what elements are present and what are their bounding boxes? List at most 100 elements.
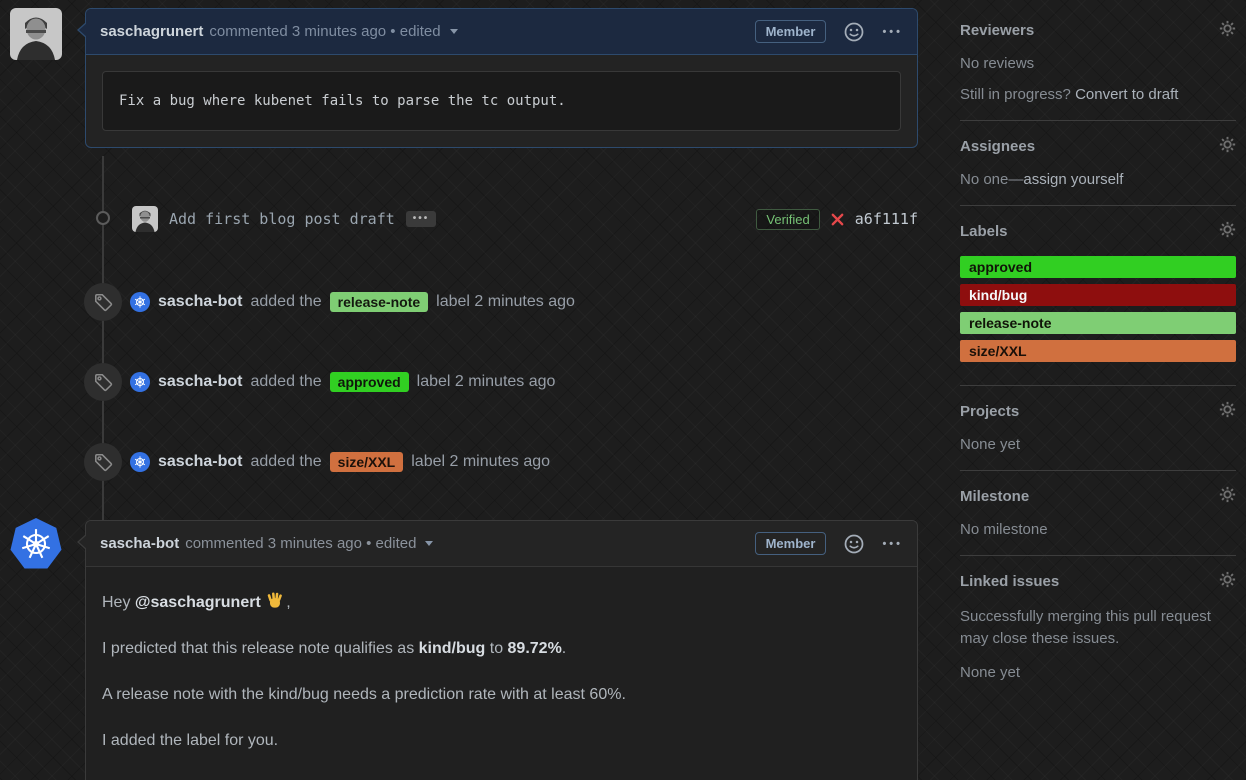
comment-header: saschagrunert commented 3 minutes ago • … — [86, 9, 917, 55]
prediction-paragraph: I predicted that this release note quali… — [102, 637, 901, 661]
event-action: added the — [250, 293, 321, 311]
linked-issues-description: Successfully merging this pull request m… — [960, 606, 1236, 650]
smiley-icon — [844, 534, 864, 554]
kubernetes-wheel-icon — [133, 455, 147, 469]
label-chip-release-note[interactable]: release-note — [330, 292, 428, 312]
sascha-bot-avatar[interactable] — [130, 452, 150, 472]
sidebar-section-reviewers: Reviewers No reviews Still in progress? … — [960, 22, 1236, 121]
gear-icon — [1219, 486, 1236, 503]
sidebar-label-approved[interactable]: approved — [960, 256, 1236, 278]
section-title: Linked issues — [960, 573, 1236, 590]
no-linked-issues-text: None yet — [960, 664, 1236, 681]
event-action: added the — [250, 373, 321, 391]
person-photo-icon — [10, 8, 62, 60]
verified-badge[interactable]: Verified — [756, 209, 819, 230]
section-title: Milestone — [960, 488, 1236, 505]
commit-hash-link[interactable]: a6f111f — [855, 210, 918, 228]
chevron-down-icon[interactable] — [425, 541, 433, 546]
sidebar: Reviewers No reviews Still in progress? … — [960, 22, 1236, 715]
no-milestone-text: No milestone — [960, 521, 1236, 538]
convert-to-draft-link[interactable]: Convert to draft — [1075, 86, 1178, 103]
label-chip-size-xxl[interactable]: size/XXL — [330, 452, 404, 472]
commit-message-link[interactable]: Add first blog post draft — [169, 210, 395, 228]
section-title: Reviewers — [960, 22, 1236, 39]
threshold-paragraph: A release note with the kind/bug needs a… — [102, 683, 901, 707]
comment-sascha-bot: sascha-bot commented 3 minutes ago • edi… — [85, 520, 918, 780]
comment-header: sascha-bot commented 3 minutes ago • edi… — [86, 521, 917, 567]
commit-expand-button[interactable]: ••• — [406, 211, 437, 227]
mention-link[interactable]: @saschagrunert — [135, 594, 261, 611]
label-event-row: sascha-bot added the release-note label … — [84, 283, 918, 321]
emoji-reaction-button[interactable] — [844, 534, 864, 554]
no-projects-text: None yet — [960, 436, 1236, 453]
kebab-menu-button[interactable]: ••• — [882, 538, 903, 550]
commit-author-avatar[interactable] — [132, 206, 158, 232]
sidebar-label-kind-bug[interactable]: kind/bug — [960, 284, 1236, 306]
comment-author-link[interactable]: sascha-bot — [100, 535, 179, 552]
projects-settings-button[interactable] — [1219, 401, 1236, 421]
no-reviews-text: No reviews — [960, 55, 1236, 72]
gear-icon — [1219, 571, 1236, 588]
tag-icon — [84, 443, 122, 481]
kubernetes-wheel-icon — [18, 526, 54, 562]
sidebar-section-assignees: Assignees No one—assign yourself — [960, 138, 1236, 206]
gear-icon — [1219, 401, 1236, 418]
no-assignee-row: No one—assign yourself — [960, 171, 1236, 188]
member-badge: Member — [755, 532, 827, 555]
comment-meta: commented 3 minutes ago • edited — [185, 535, 416, 552]
sidebar-section-milestone: Milestone No milestone — [960, 488, 1236, 556]
label-added-paragraph: I added the label for you. — [102, 729, 901, 753]
event-author-link[interactable]: sascha-bot — [158, 453, 242, 471]
assignees-settings-button[interactable] — [1219, 136, 1236, 156]
sascha-bot-avatar[interactable] — [130, 292, 150, 312]
section-title: Assignees — [960, 138, 1236, 155]
sidebar-section-labels: Labels approved kind/bug release-note si… — [960, 223, 1236, 386]
timeline-commit-node — [96, 211, 110, 225]
tag-icon — [84, 363, 122, 401]
greeting-paragraph: Hey @saschagrunert , — [102, 591, 901, 615]
gear-icon — [1219, 136, 1236, 153]
sascha-bot-avatar[interactable] — [130, 372, 150, 392]
comment-saschagrunert: saschagrunert commented 3 minutes ago • … — [85, 8, 918, 148]
sascha-bot-avatar-large[interactable] — [10, 518, 62, 570]
convert-draft-row: Still in progress? Convert to draft — [960, 86, 1236, 103]
sidebar-label-size-xxl[interactable]: size/XXL — [960, 340, 1236, 362]
member-badge: Member — [755, 20, 827, 43]
assign-yourself-link[interactable]: assign yourself — [1023, 171, 1123, 188]
waving-hand-icon — [266, 591, 285, 610]
event-author-link[interactable]: sascha-bot — [158, 373, 242, 391]
milestone-settings-button[interactable] — [1219, 486, 1236, 506]
comment-body: Fix a bug where kubenet fails to parse t… — [86, 71, 917, 131]
label-event-row: sascha-bot added the approved label 2 mi… — [84, 363, 918, 401]
release-note-code-block: Fix a bug where kubenet fails to parse t… — [102, 71, 901, 131]
sidebar-section-projects: Projects None yet — [960, 403, 1236, 471]
saschagrunert-avatar[interactable] — [10, 8, 62, 60]
tag-icon — [84, 283, 122, 321]
linked-issues-settings-button[interactable] — [1219, 571, 1236, 591]
labels-settings-button[interactable] — [1219, 221, 1236, 241]
label-event-row: sascha-bot added the size/XXL label 2 mi… — [84, 443, 918, 481]
person-photo-icon — [132, 206, 158, 232]
event-author-link[interactable]: sascha-bot — [158, 293, 242, 311]
sidebar-section-linked-issues: Linked issues Successfully merging this … — [960, 573, 1236, 698]
sidebar-label-release-note[interactable]: release-note — [960, 312, 1236, 334]
section-title: Projects — [960, 403, 1236, 420]
chevron-down-icon[interactable] — [450, 29, 458, 34]
commit-row: Add first blog post draft ••• Verified a… — [132, 204, 918, 234]
kebab-menu-button[interactable]: ••• — [882, 26, 903, 38]
event-rest: label 2 minutes ago — [417, 373, 556, 391]
status-failed-x-icon[interactable] — [830, 212, 845, 227]
kubernetes-wheel-icon — [133, 375, 147, 389]
event-action: added the — [250, 453, 321, 471]
reviewers-settings-button[interactable] — [1219, 20, 1236, 40]
comment-body: Hey @saschagrunert , I predicted that th… — [86, 567, 917, 753]
gear-icon — [1219, 20, 1236, 37]
comment-meta: commented 3 minutes ago • edited — [209, 23, 440, 40]
kubernetes-wheel-icon — [133, 295, 147, 309]
emoji-reaction-button[interactable] — [844, 22, 864, 42]
smiley-icon — [844, 22, 864, 42]
section-title: Labels — [960, 223, 1236, 240]
label-chip-approved[interactable]: approved — [330, 372, 409, 392]
pr-conversation-page: saschagrunert commented 3 minutes ago • … — [0, 0, 1246, 780]
comment-author-link[interactable]: saschagrunert — [100, 23, 203, 40]
